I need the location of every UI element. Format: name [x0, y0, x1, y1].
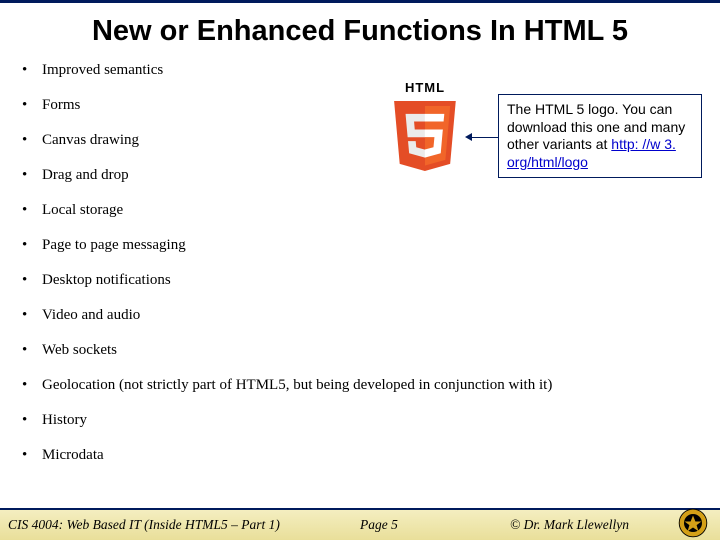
list-item: •Desktop notifications: [22, 272, 700, 307]
list-item: •Improved semantics: [22, 62, 700, 97]
list-item: •Web sockets: [22, 342, 700, 377]
callout-arrow-line: [470, 137, 498, 138]
html5-shield-icon: [390, 97, 460, 175]
callout-arrow-head-icon: [465, 133, 472, 141]
list-item: •Video and audio: [22, 307, 700, 342]
footer-page: Page 5: [360, 517, 510, 533]
logo-caption: HTML: [380, 80, 470, 95]
callout-box: The HTML 5 logo. You can download this o…: [498, 94, 702, 178]
slide-title: New or Enhanced Functions In HTML 5: [0, 3, 720, 62]
html5-logo: HTML: [380, 80, 470, 180]
list-item: •Geolocation (not strictly part of HTML5…: [22, 377, 700, 412]
ucf-seal-icon: [678, 508, 708, 538]
list-item: •History: [22, 412, 700, 447]
footer: CIS 4004: Web Based IT (Inside HTML5 – P…: [0, 508, 720, 540]
list-item: •Local storage: [22, 202, 700, 237]
list-item: •Microdata: [22, 447, 700, 482]
footer-author: © Dr. Mark Llewellyn: [510, 517, 670, 533]
list-item: •Page to page messaging: [22, 237, 700, 272]
footer-course: CIS 4004: Web Based IT (Inside HTML5 – P…: [0, 517, 360, 533]
content-area: •Improved semantics •Forms •Canvas drawi…: [0, 62, 720, 482]
